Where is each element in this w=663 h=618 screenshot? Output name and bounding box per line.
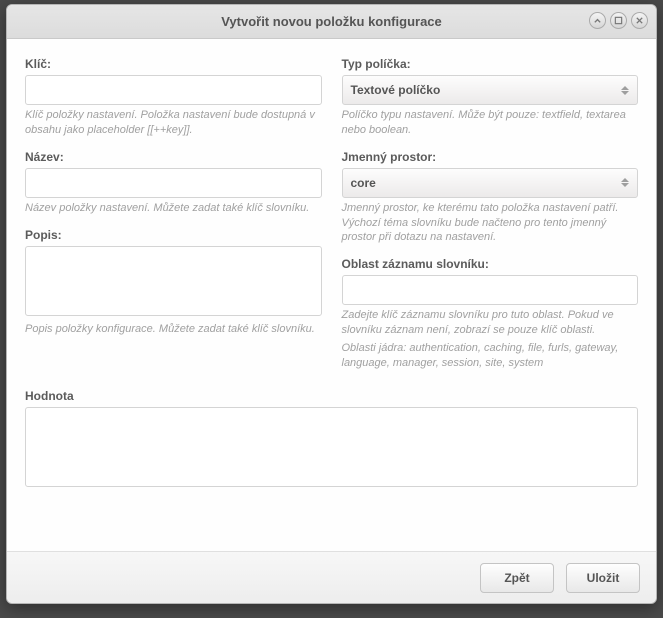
field-area: Oblast záznamu slovníku: Zadejte klíč zá… (342, 257, 639, 370)
field-key: Klíč: Klíč položky nastavení. Položka na… (25, 57, 322, 138)
field-type: Typ políčka: Textové políčko Políčko typ… (342, 57, 639, 138)
dialog-window: Vytvořit novou položku konfigurace Klíč:… (6, 4, 657, 604)
key-input[interactable] (25, 75, 322, 105)
value-label: Hodnota (25, 389, 638, 403)
namespace-help: Jmenný prostor, ke kterému tato položka … (342, 201, 639, 246)
namespace-label: Jmenný prostor: (342, 150, 639, 164)
right-column: Typ políčka: Textové políčko Políčko typ… (342, 57, 639, 383)
field-name: Název: Název položky nastavení. Můžete z… (25, 150, 322, 216)
namespace-select-value: core (351, 176, 376, 190)
key-help: Klíč položky nastavení. Položka nastaven… (25, 108, 322, 138)
key-label: Klíč: (25, 57, 322, 71)
save-button[interactable]: Uložit (566, 563, 640, 593)
type-label: Typ políčka: (342, 57, 639, 71)
value-input[interactable] (25, 407, 638, 487)
description-input[interactable] (25, 246, 322, 316)
titlebar: Vytvořit novou položku konfigurace (7, 5, 656, 39)
chevron-updown-icon (621, 86, 629, 95)
type-select[interactable]: Textové políčko (342, 75, 639, 105)
maximize-icon[interactable] (610, 12, 627, 29)
name-help: Název položky nastavení. Můžete zadat ta… (25, 201, 322, 216)
type-select-value: Textové políčko (351, 83, 441, 97)
back-button[interactable]: Zpět (480, 563, 554, 593)
description-label: Popis: (25, 228, 322, 242)
button-bar: Zpět Uložit (7, 551, 656, 603)
field-namespace: Jmenný prostor: core Jmenný prostor, ke … (342, 150, 639, 246)
namespace-select[interactable]: core (342, 168, 639, 198)
area-help-1: Zadejte klíč záznamu slovníku pro tuto o… (342, 308, 639, 338)
field-value: Hodnota (25, 389, 638, 490)
dialog-title: Vytvořit novou položku konfigurace (221, 14, 442, 29)
left-column: Klíč: Klíč položky nastavení. Položka na… (25, 57, 322, 383)
collapse-icon[interactable] (589, 12, 606, 29)
type-help: Políčko typu nastavení. Může být pouze: … (342, 108, 639, 138)
title-tools (589, 12, 648, 29)
area-input[interactable] (342, 275, 639, 305)
close-icon[interactable] (631, 12, 648, 29)
field-description: Popis: Popis položky konfigurace. Můžete… (25, 228, 322, 337)
area-help-2: Oblasti jádra: authentication, caching, … (342, 341, 639, 371)
area-label: Oblast záznamu slovníku: (342, 257, 639, 271)
chevron-updown-icon (621, 178, 629, 187)
name-label: Název: (25, 150, 322, 164)
description-help: Popis položky konfigurace. Můžete zadat … (25, 322, 322, 337)
dialog-body: Klíč: Klíč položky nastavení. Položka na… (7, 39, 656, 551)
name-input[interactable] (25, 168, 322, 198)
